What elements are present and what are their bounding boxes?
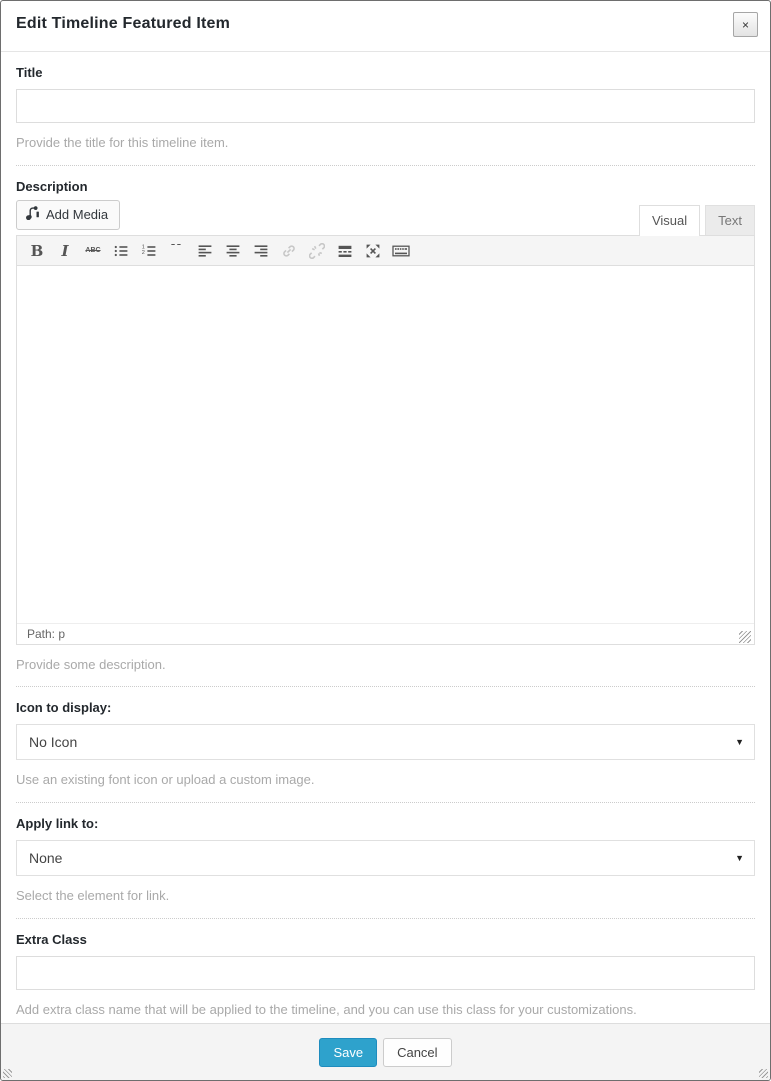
icon-help-text: Use an existing font icon or upload a cu…	[16, 772, 755, 787]
bold-icon[interactable]: B	[23, 238, 51, 263]
visual-editor: B I ABC 1 2	[16, 235, 755, 645]
add-media-label: Add Media	[46, 207, 108, 222]
editor-resize-grip[interactable]	[739, 631, 751, 643]
description-label: Description	[16, 179, 755, 194]
tab-text[interactable]: Text	[705, 205, 755, 235]
save-button[interactable]: Save	[319, 1038, 377, 1067]
tab-visual[interactable]: Visual	[639, 205, 700, 236]
icon-section: Icon to display: No Icon ▼ Use an existi…	[16, 687, 755, 803]
extra-class-input[interactable]	[16, 956, 755, 990]
strikethrough-icon[interactable]: ABC	[79, 238, 107, 263]
extra-class-label: Extra Class	[16, 932, 755, 947]
bulleted-list-icon[interactable]	[107, 238, 135, 263]
extra-class-help-text: Add extra class name that will be applie…	[16, 1002, 755, 1017]
dialog-title: Edit Timeline Featured Item	[16, 15, 230, 32]
link-label: Apply link to:	[16, 816, 755, 831]
dialog-footer: Save Cancel	[1, 1023, 770, 1080]
icon-select-value: No Icon	[29, 734, 77, 750]
toolbar-toggle-icon[interactable]	[387, 238, 415, 263]
close-icon: ×	[742, 18, 749, 32]
description-help-text: Provide some description.	[16, 657, 755, 672]
editor-toolbar: B I ABC 1 2	[17, 236, 754, 266]
link-select[interactable]: None ▼	[16, 840, 755, 876]
chevron-down-icon: ▼	[735, 853, 744, 863]
editor-content-area[interactable]	[17, 266, 754, 623]
link-select-value: None	[29, 850, 62, 866]
chevron-down-icon: ▼	[735, 737, 744, 747]
fullscreen-icon[interactable]	[359, 238, 387, 263]
media-note-icon	[26, 206, 40, 223]
blockquote-icon[interactable]: “	[163, 238, 191, 263]
editor-statusbar: Path: p	[17, 623, 754, 644]
italic-icon[interactable]: I	[51, 238, 79, 263]
svg-text:2: 2	[142, 250, 145, 256]
icon-label: Icon to display:	[16, 700, 755, 715]
dialog-resize-grip-left[interactable]	[3, 1069, 12, 1078]
add-media-button[interactable]: Add Media	[16, 200, 120, 230]
dialog-resize-grip-right[interactable]	[759, 1069, 768, 1078]
editor-path-status: Path: p	[27, 627, 65, 641]
description-section: Description Add Media Visual	[16, 166, 755, 687]
align-left-icon[interactable]	[191, 238, 219, 263]
extra-class-section: Extra Class Add extra class name that wi…	[16, 919, 755, 1023]
link-icon[interactable]	[275, 238, 303, 263]
link-help-text: Select the element for link.	[16, 888, 755, 903]
title-section: Title Provide the title for this timelin…	[16, 52, 755, 166]
unlink-icon[interactable]	[303, 238, 331, 263]
title-help-text: Provide the title for this timeline item…	[16, 135, 755, 150]
numbered-list-icon[interactable]: 1 2	[135, 238, 163, 263]
align-right-icon[interactable]	[247, 238, 275, 263]
title-label: Title	[16, 65, 755, 80]
edit-timeline-featured-item-dialog: Edit Timeline Featured Item × Title Prov…	[0, 0, 771, 1081]
cancel-button[interactable]: Cancel	[383, 1038, 451, 1067]
align-center-icon[interactable]	[219, 238, 247, 263]
close-button[interactable]: ×	[733, 12, 758, 37]
link-section: Apply link to: None ▼ Select the element…	[16, 803, 755, 919]
dialog-header: Edit Timeline Featured Item ×	[1, 1, 770, 52]
more-tag-icon[interactable]	[331, 238, 359, 263]
editor-mode-tabs: Visual Text	[634, 205, 755, 235]
dialog-body: Title Provide the title for this timelin…	[1, 52, 770, 1023]
icon-select[interactable]: No Icon ▼	[16, 724, 755, 760]
media-buttons-row: Add Media Visual Text	[16, 200, 755, 235]
title-input[interactable]	[16, 89, 755, 123]
